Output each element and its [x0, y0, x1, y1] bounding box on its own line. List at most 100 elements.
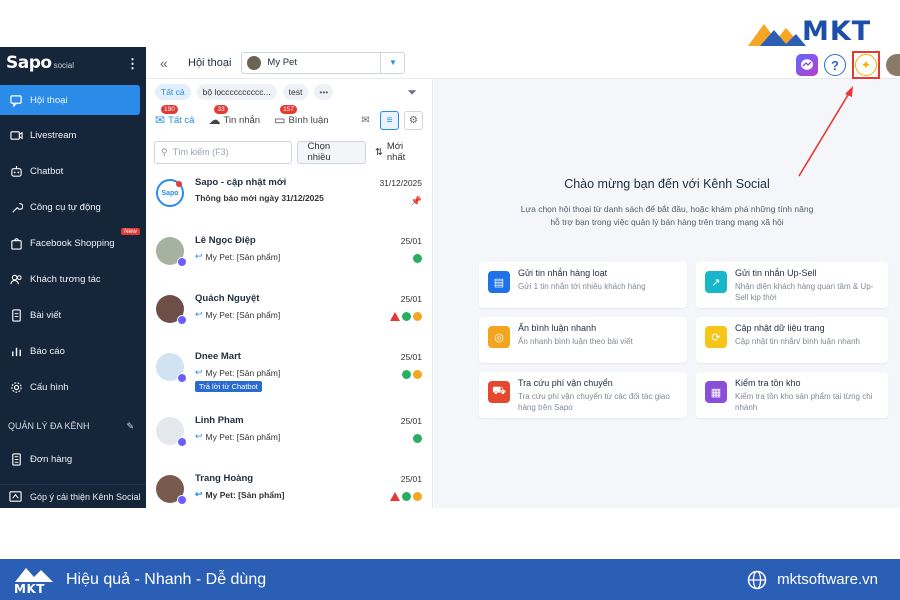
- feature-card-title: Gửi tin nhắn Up-Sell: [735, 268, 817, 278]
- conversation-preview: ↩ My Pet: [Sản phẩm]: [195, 431, 281, 442]
- sidebar-item-label: Bài viết: [30, 309, 62, 321]
- page-avatar: [247, 55, 262, 70]
- search-placeholder: Tìm kiếm (F3): [172, 147, 229, 157]
- conversation-preview: Thông báo mới ngày 31/12/2025: [195, 193, 324, 203]
- bulk-message-icon: ▤: [488, 271, 510, 293]
- conversation-item[interactable]: Quách Nguyệt 25/01 ↩ My Pet: [Sản phẩm]: [146, 285, 432, 343]
- welcome-subtitle: Lựa chọn hội thoại từ danh sách để bắt đ…: [520, 204, 814, 227]
- list-filter-icon[interactable]: ≡: [380, 110, 399, 130]
- upsell-icon: ↗: [705, 271, 727, 293]
- new-badge: New: [120, 228, 140, 235]
- conversation-preview: ↩ My Pet: [Sản phẩm]: [195, 489, 285, 500]
- search-icon: ⚲: [161, 146, 168, 157]
- tab-all[interactable]: ✉ Tất cả 190: [155, 105, 195, 127]
- gear-icon: [9, 380, 23, 394]
- conversation-item[interactable]: Trang Hoàng 25/01 ↩ My Pet: [Sản phẩm]: [146, 465, 432, 523]
- tab-label: Tin nhắn: [223, 114, 261, 126]
- feedback-icon: [9, 490, 23, 503]
- feature-card-shipping-fee[interactable]: ⛟ Tra cứu phí vận chuyển Tra cứu phí vận…: [479, 372, 687, 418]
- tab-badge: 157: [280, 105, 297, 114]
- settings-sliders-icon[interactable]: ⚙: [404, 110, 423, 130]
- feature-card-hide-comments[interactable]: ◎ Ẩn bình luận nhanh Ẩn nhanh bình luận …: [479, 317, 687, 363]
- sidebar-feedback[interactable]: Góp ý cải thiện Kênh Social: [0, 484, 146, 508]
- chip-test[interactable]: test: [282, 84, 309, 100]
- filter-icon[interactable]: ⏷: [407, 85, 417, 100]
- tab-label: Tất cả: [168, 114, 195, 126]
- sidebar-item-cong-cu-tu-dong[interactable]: Công cụ tự động: [0, 189, 146, 225]
- chip-more[interactable]: •••: [314, 84, 334, 100]
- pencil-icon[interactable]: ✎: [126, 421, 134, 432]
- pin-icon[interactable]: 📌: [411, 196, 422, 207]
- annotation-arrow: [798, 86, 853, 177]
- feature-card-title: Gửi tin nhắn hàng loạt: [518, 268, 608, 278]
- sidebar-item-label: Hội thoại: [30, 94, 68, 106]
- sidebar-item-khach-tuong-tac[interactable]: Khách tương tác: [0, 261, 146, 297]
- sidebar-item-chatbot[interactable]: Chatbot: [0, 153, 146, 189]
- search-row: ⚲ Tìm kiếm (F3) Chọn nhiều ⇅ Mới nhất: [146, 135, 432, 169]
- phone-green-icon: [402, 370, 411, 379]
- more-vertical-icon[interactable]: ⋮: [126, 56, 139, 72]
- chart-icon: [9, 344, 23, 358]
- sidebar-item-cau-hinh[interactable]: Cấu hình: [0, 369, 146, 405]
- banner-logo: MKT: [14, 563, 54, 597]
- tab-label: Bình luận: [288, 114, 329, 126]
- tab-messages[interactable]: ☁ Tin nhắn 33: [208, 105, 261, 127]
- conversation-item[interactable]: Lê Ngọc Điệp 25/01 ↩ My Pet: [Sản phẩm]: [146, 227, 432, 285]
- avatar: [156, 353, 187, 383]
- sidebar-brand[interactable]: Sapo social ⋮: [0, 47, 146, 79]
- conversation-item[interactable]: Sapo Sapo - cập nhật mới 31/12/2025 Thôn…: [146, 169, 432, 227]
- page-title: Hội thoại: [188, 56, 232, 69]
- feature-card-update-data[interactable]: ⟳ Cập nhật dữ liệu trang Cập nhật tin nh…: [696, 317, 888, 363]
- reply-icon: ↩: [195, 251, 203, 261]
- unread-mail-icon[interactable]: ✉: [356, 111, 375, 130]
- conversation-date: 31/12/2025: [379, 178, 422, 188]
- feature-card-inventory[interactable]: ▦ Kiểm tra tồn kho Kiểm tra tồn kho sản …: [696, 372, 888, 418]
- truck-icon: ⛟: [488, 381, 510, 403]
- ai-assistant-icon[interactable]: ✦: [855, 54, 877, 76]
- user-avatar[interactable]: [886, 54, 900, 76]
- page-selector[interactable]: My Pet ▼: [241, 51, 406, 74]
- tab-comments[interactable]: ▭ Bình luận 157: [274, 105, 329, 127]
- chatbot-reply-tag: Trả lời từ Chatbot: [195, 381, 262, 392]
- messenger-badge-icon: [177, 437, 187, 447]
- feature-card-desc: Gửi 1 tin nhắn tới nhiều khách hàng: [518, 282, 646, 291]
- conversation-date: 25/01: [400, 474, 422, 484]
- status-icons: [413, 434, 422, 443]
- chip-all[interactable]: Tất cả: [155, 84, 191, 100]
- feature-card-upsell[interactable]: ↗ Gửi tin nhắn Up-Sell Nhận diện khách h…: [696, 262, 888, 308]
- collapse-sidebar-icon[interactable]: «: [160, 55, 182, 71]
- conversation-item[interactable]: Linh Pham 25/01 ↩ My Pet: [Sản phẩm]: [146, 407, 432, 465]
- sidebar-item-label: Khách tương tác: [30, 273, 101, 285]
- feature-card-bulk-message[interactable]: ▤ Gửi tin nhắn hàng loạt Gửi 1 tin nhắn …: [479, 262, 687, 308]
- conversation-name: Lê Ngọc Điệp: [195, 235, 256, 246]
- banner-website[interactable]: mktsoftware.vn: [747, 570, 878, 590]
- messenger-badge-icon: [177, 257, 187, 267]
- sidebar-item-don-hang[interactable]: Đơn hàng: [0, 441, 146, 477]
- search-input[interactable]: ⚲ Tìm kiếm (F3): [154, 140, 293, 164]
- sidebar-item-facebook-shopping[interactable]: Facebook Shopping New: [0, 225, 146, 261]
- feature-card-title: Tra cứu phí vận chuyển: [518, 378, 613, 388]
- filter-chips: Tất cả bộ lọcccccccccc... test ••• ⏷: [146, 79, 432, 105]
- multi-select-button[interactable]: Chọn nhiều: [297, 140, 366, 164]
- sort-button[interactable]: ⇅ Mới nhất: [375, 141, 424, 163]
- sidebar-item-livestream[interactable]: Livestream: [0, 117, 146, 153]
- mkt-logo-text: MKT: [802, 16, 872, 47]
- feature-card-title: Ẩn bình luận nhanh: [518, 323, 597, 333]
- sidebar-item-label: Công cụ tự động: [30, 201, 101, 213]
- conversation-date: 25/01: [400, 416, 422, 426]
- banner-mountain-icon: [15, 567, 53, 582]
- help-icon[interactable]: ?: [824, 54, 846, 76]
- sidebar-item-bao-cao[interactable]: Báo cáo: [0, 333, 146, 369]
- sidebar-item-bai-viet[interactable]: Bài viết: [0, 297, 146, 333]
- banner-slogan: Hiệu quả - Nhanh - Dễ dùng: [66, 570, 267, 588]
- conversation-name: Dnee Mart: [195, 351, 241, 362]
- banner-logo-text: MKT: [14, 581, 45, 596]
- inbox-icon: ✉: [155, 113, 166, 127]
- chevron-down-icon[interactable]: ▼: [380, 52, 404, 73]
- sidebar-item-label: Báo cáo: [30, 345, 65, 357]
- sidebar-item-hoi-thoai[interactable]: Hội thoại: [0, 85, 140, 115]
- chip-custom-filter[interactable]: bộ lọcccccccccc...: [196, 84, 277, 100]
- conversation-item[interactable]: Dnee Mart 25/01 ↩ My Pet: [Sản phẩm] Trả …: [146, 343, 432, 407]
- messenger-icon[interactable]: [796, 54, 818, 76]
- update-data-icon: ⟳: [705, 326, 727, 348]
